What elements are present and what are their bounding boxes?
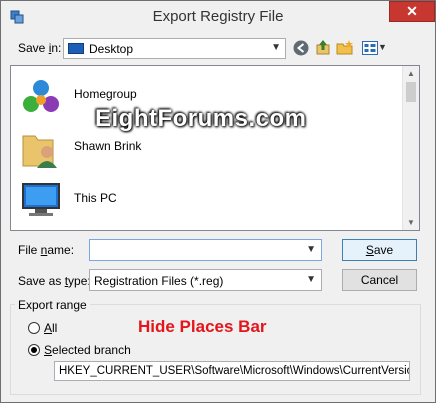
- scroll-up-icon[interactable]: ▲: [407, 69, 415, 78]
- file-name-input[interactable]: [90, 240, 290, 260]
- file-name-label: File name:: [18, 243, 75, 257]
- watermark: EightForums.com: [95, 105, 307, 132]
- save-in-dropdown[interactable]: Desktop ▼: [63, 38, 286, 59]
- list-item-label: Shawn Brink: [74, 139, 142, 153]
- selected-branch-radio[interactable]: [28, 344, 40, 356]
- selected-branch-label[interactable]: Selected branch: [44, 343, 131, 357]
- vertical-scrollbar[interactable]: ▲ ▼: [402, 66, 419, 230]
- hide-places-annotation: Hide Places Bar: [138, 317, 267, 336]
- list-item[interactable]: This PC: [11, 174, 403, 224]
- file-list[interactable]: Homegroup Shawn Brink This PC ▲ ▼: [10, 65, 420, 231]
- file-name-field[interactable]: ▼: [89, 239, 322, 261]
- save-as-type-value: Registration Files (*.reg): [94, 274, 224, 288]
- up-folder-icon[interactable]: [314, 39, 332, 57]
- homegroup-icon: [23, 80, 59, 112]
- branch-path-value: HKEY_CURRENT_USER\Software\Microsoft\Win…: [59, 365, 409, 377]
- user-folder-icon: [22, 135, 57, 168]
- computer-icon: [22, 183, 60, 216]
- desktop-icon: [68, 43, 84, 54]
- branch-path-field[interactable]: HKEY_CURRENT_USER\Software\Microsoft\Win…: [54, 361, 410, 381]
- chevron-down-icon: ▼: [271, 42, 281, 53]
- export-dialog: Export Registry File ✕ Save in: Desktop …: [0, 0, 436, 403]
- all-radio-label[interactable]: All: [44, 321, 57, 335]
- save-as-type-dropdown[interactable]: Registration Files (*.reg) ▼: [89, 269, 322, 291]
- chevron-down-icon: ▼: [306, 274, 316, 285]
- all-radio[interactable]: [28, 322, 40, 334]
- list-item-label: This PC: [74, 191, 117, 205]
- new-folder-icon[interactable]: [336, 39, 354, 57]
- save-in-value: Desktop: [89, 42, 134, 56]
- folder-icon: [19, 230, 63, 231]
- title-bar: Export Registry File ✕: [1, 1, 435, 32]
- back-icon[interactable]: [292, 39, 310, 57]
- scroll-down-icon[interactable]: ▼: [407, 218, 415, 227]
- save-as-type-label: Save as type:: [18, 274, 91, 288]
- close-icon: ✕: [406, 3, 418, 19]
- close-button[interactable]: ✕: [389, 1, 435, 22]
- radio-selected-dot: [31, 347, 37, 353]
- save-button[interactable]: Save: [342, 239, 417, 261]
- cancel-button[interactable]: Cancel: [342, 269, 417, 291]
- list-item-label: Homegroup: [74, 87, 137, 101]
- view-dropdown-arrow-icon[interactable]: ▼: [378, 42, 387, 52]
- view-menu-icon[interactable]: [361, 39, 379, 57]
- chevron-down-icon[interactable]: ▼: [306, 244, 316, 255]
- window-title: Export Registry File: [152, 8, 284, 25]
- scrollbar-thumb[interactable]: [406, 82, 416, 102]
- list-item[interactable]: [11, 226, 403, 231]
- export-range-title: Export range: [15, 298, 90, 312]
- save-in-label: Save in:: [18, 41, 62, 55]
